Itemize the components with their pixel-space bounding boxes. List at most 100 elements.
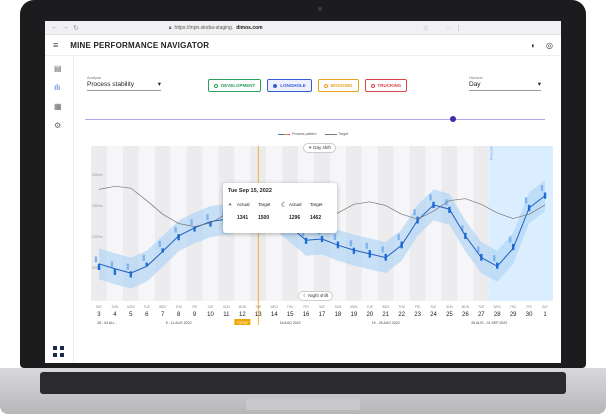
theme-toggle-icon[interactable]: ◐	[531, 41, 536, 50]
day-of-week-label: WED	[382, 305, 390, 309]
sidebar: ▤ ılı ▦ ⚙	[45, 56, 74, 363]
slider-thumb[interactable]	[450, 116, 456, 122]
day-number-label: 16	[303, 312, 310, 318]
day-of-week-label: THU	[510, 305, 517, 309]
menu-icon[interactable]: ≡	[53, 40, 58, 50]
y-tick-label: 1500m	[92, 204, 103, 208]
target-bar	[365, 242, 368, 249]
settings-gear-icon[interactable]: ⚙	[54, 121, 61, 130]
forward-icon[interactable]: →	[62, 24, 69, 32]
target-bar	[333, 234, 337, 241]
chip-trucking[interactable]: TRUCKING	[364, 79, 408, 92]
day-of-week-label: TUE	[255, 305, 261, 309]
day-number-label: 10	[207, 312, 214, 318]
analyse-select[interactable]: Analyse Process stability ▾	[87, 75, 161, 91]
tooltip-date: Tue Sep 15, 2022	[228, 188, 272, 194]
night-target-value: 1462	[310, 215, 322, 221]
day-number-label: 23	[414, 312, 421, 318]
day-number-label: 12	[239, 312, 246, 318]
target-bar	[493, 255, 496, 262]
bookmark-star-icon[interactable]: ☆	[423, 24, 429, 32]
day-column	[345, 146, 362, 301]
keyboard	[40, 372, 566, 394]
day-actual-value: 1341	[237, 215, 249, 221]
analyse-value: Process stability	[87, 80, 134, 88]
day-number-label: 8	[177, 312, 181, 318]
day-target-value: 1500	[258, 215, 270, 221]
day-of-week-label: MON	[127, 305, 135, 309]
day-number-label: 29	[510, 312, 517, 318]
day-number-label: 13	[255, 312, 262, 318]
night-actual-value: 1296	[289, 215, 301, 221]
dashboard-icon[interactable]: ▤	[54, 64, 62, 73]
chip-bogging[interactable]: BOGGING	[317, 79, 359, 92]
day-number-label: 28	[494, 312, 501, 318]
screen: ← → ↻ 🔒︎ https://mpn.skoba-staging. dimos…	[45, 21, 561, 363]
day-of-week-label: MON	[239, 305, 247, 309]
target-bar	[381, 246, 384, 253]
chevron-down-icon: ▾	[537, 81, 541, 88]
day-of-week-label: FRI	[192, 305, 197, 309]
day-number-label: 24	[430, 312, 437, 318]
week-range-label: 28 - 04 AU...	[97, 321, 116, 325]
day-number-label: 3	[97, 312, 101, 318]
horizon-select[interactable]: Horizon Day ▾	[469, 75, 541, 91]
chip-longhole[interactable]: LONGHOLE	[267, 79, 312, 92]
day-number-label: 20	[366, 312, 373, 318]
back-icon[interactable]: ←	[51, 24, 58, 32]
day-of-week-label: WED	[270, 305, 278, 309]
address-bar[interactable]: 🔒︎ https://mpn.skoba-staging. dimos.com	[169, 25, 263, 31]
day-number-label: 27	[478, 312, 485, 318]
day-of-week-label: SAT	[207, 305, 213, 309]
extensions-icon[interactable]: ◌⋮	[447, 24, 466, 32]
day-number-label: 9	[193, 312, 197, 318]
account-icon[interactable]: ◎	[546, 41, 553, 50]
actual-bar	[129, 271, 133, 278]
chart-icon[interactable]: ılı	[54, 83, 60, 92]
browser-nav: ← → ↻	[51, 24, 79, 32]
chart-legend: Process pattern Target	[278, 132, 348, 136]
day-number-label: 30	[526, 312, 533, 318]
target-bar	[508, 236, 512, 243]
day-column	[377, 146, 394, 301]
target-bar	[142, 255, 145, 262]
lock-icon: 🔒︎	[168, 24, 172, 31]
target-bar	[540, 185, 544, 192]
day-number-label: 25	[446, 312, 453, 318]
target-bar	[94, 256, 98, 263]
week-range-label: 16 AUG 2022	[280, 321, 301, 325]
day-target-label: Target	[258, 202, 271, 207]
day-of-week-label: FRI	[303, 305, 308, 309]
day-of-week-label: SAT	[96, 305, 102, 309]
target-bar	[174, 226, 177, 233]
chip-development[interactable]: DEVELOPMENT	[208, 79, 262, 92]
time-range-slider[interactable]	[85, 119, 545, 120]
url-prefix: https://mpn.skoba-staging.	[174, 24, 234, 31]
day-number-label: 22	[398, 312, 405, 318]
actual-bar	[304, 237, 308, 244]
day-of-week-label: TUE	[478, 305, 484, 309]
day-tooltip: Tue Sep 15, 2022 ☀ Actual Target ☾ Actua…	[223, 183, 337, 233]
report-icon[interactable]: ▦	[54, 102, 62, 111]
moon-icon: ☾	[281, 202, 288, 209]
reload-icon[interactable]: ↻	[73, 24, 79, 32]
day-of-week-label: FRI	[415, 305, 420, 309]
day-of-week-label: THU	[398, 305, 405, 309]
target-bar	[429, 194, 432, 201]
chip-label: DEVELOPMENT	[221, 83, 256, 88]
app-title: MINE PERFORMANCE NAVIGATOR	[70, 40, 210, 50]
day-column	[473, 146, 490, 301]
night-shift-badge: ☾ Night shift	[298, 291, 334, 301]
horizon-value: Day	[469, 80, 481, 88]
night-target-label: Target	[310, 202, 323, 207]
target-bar	[524, 197, 528, 204]
day-column	[361, 146, 378, 301]
url-domain: dimos.com	[236, 24, 263, 31]
day-of-week-label: THU	[175, 305, 182, 309]
week-range-label: TODAY	[236, 321, 248, 325]
day-of-week-label: SAT	[542, 305, 548, 309]
chip-label: LONGHOLE	[280, 83, 306, 88]
day-number-label: 17	[319, 312, 326, 318]
day-of-week-label: MON	[462, 305, 470, 309]
target-bar	[413, 209, 416, 216]
